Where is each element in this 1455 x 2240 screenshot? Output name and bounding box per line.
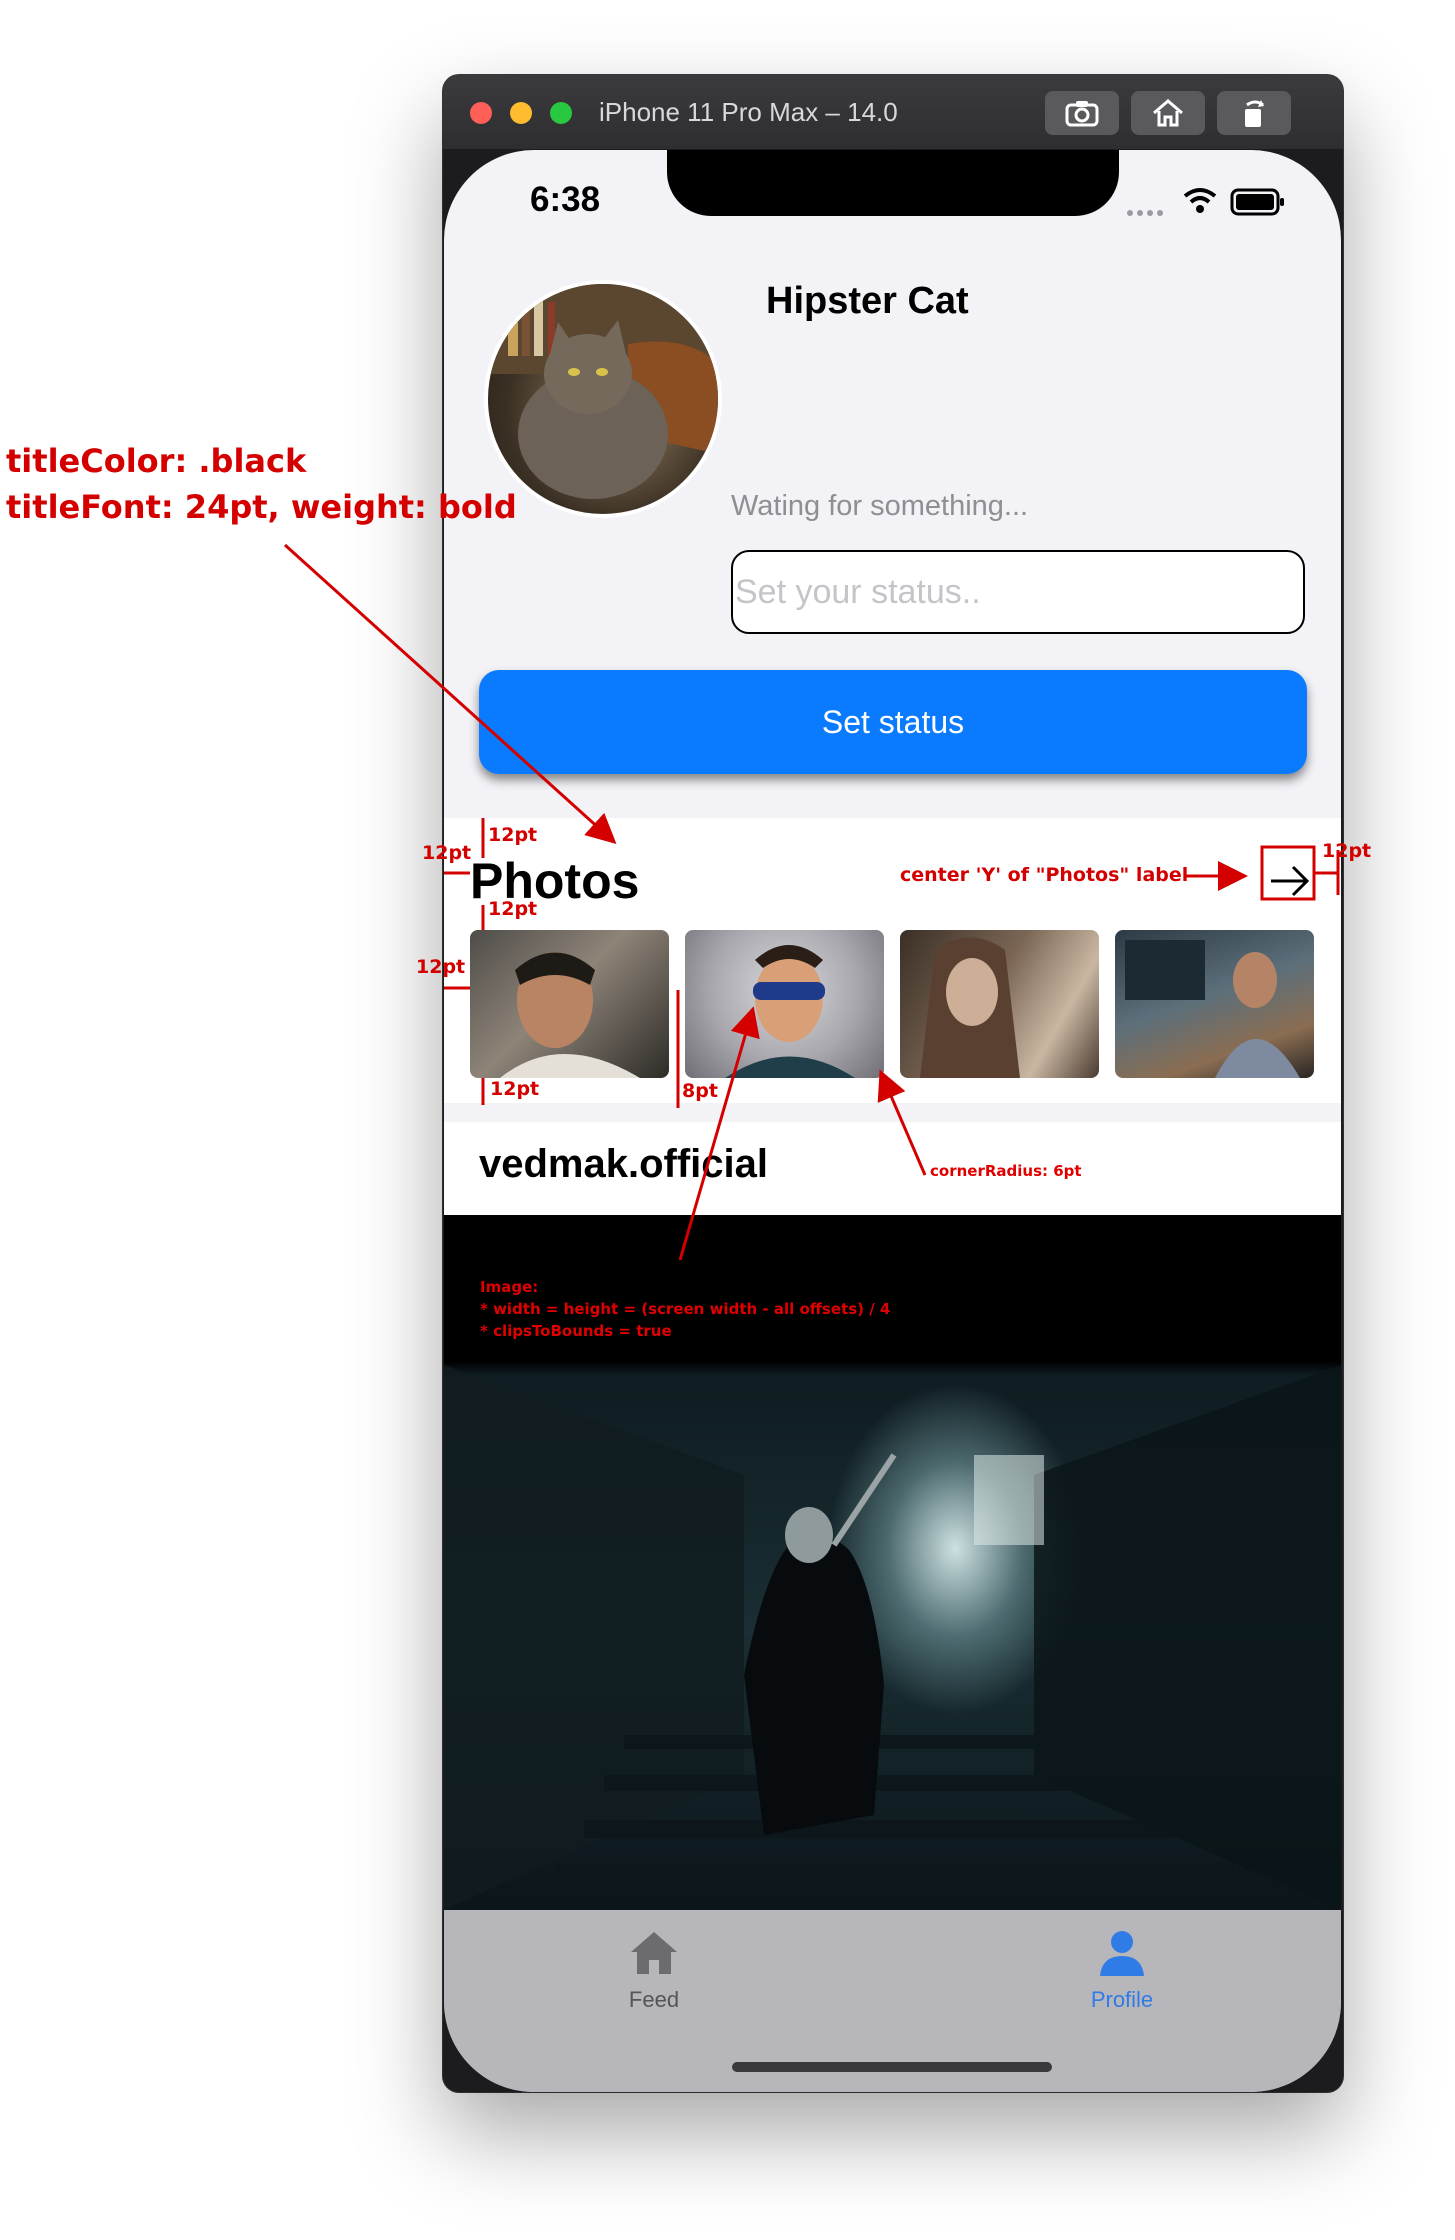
offset-label-right: 12pt	[1322, 840, 1372, 862]
offset-label-spacing: 8pt	[682, 1080, 718, 1102]
image-note-line3: * clipsToBounds = true	[480, 1322, 672, 1340]
title-spec-line2: titleFont: 24pt, weight: bold	[6, 488, 517, 526]
offset-label-top: 12pt	[488, 824, 538, 846]
offset-label-below-title: 12pt	[488, 898, 538, 920]
offset-label-photo-bottom: 12pt	[490, 1078, 540, 1100]
offset-label-left: 12pt	[422, 842, 472, 864]
image-note-line2: * width = height = (screen width - all o…	[480, 1300, 891, 1318]
image-note-line1: Image:	[480, 1278, 539, 1296]
corner-radius-note: cornerRadius: 6pt	[930, 1162, 1082, 1180]
center-y-note: center 'Y' of "Photos" label	[900, 864, 1189, 886]
annotation-lines	[283, 543, 1340, 1261]
title-spec-line1: titleColor: .black	[6, 442, 307, 480]
offset-label-photo-left: 12pt	[416, 956, 466, 978]
